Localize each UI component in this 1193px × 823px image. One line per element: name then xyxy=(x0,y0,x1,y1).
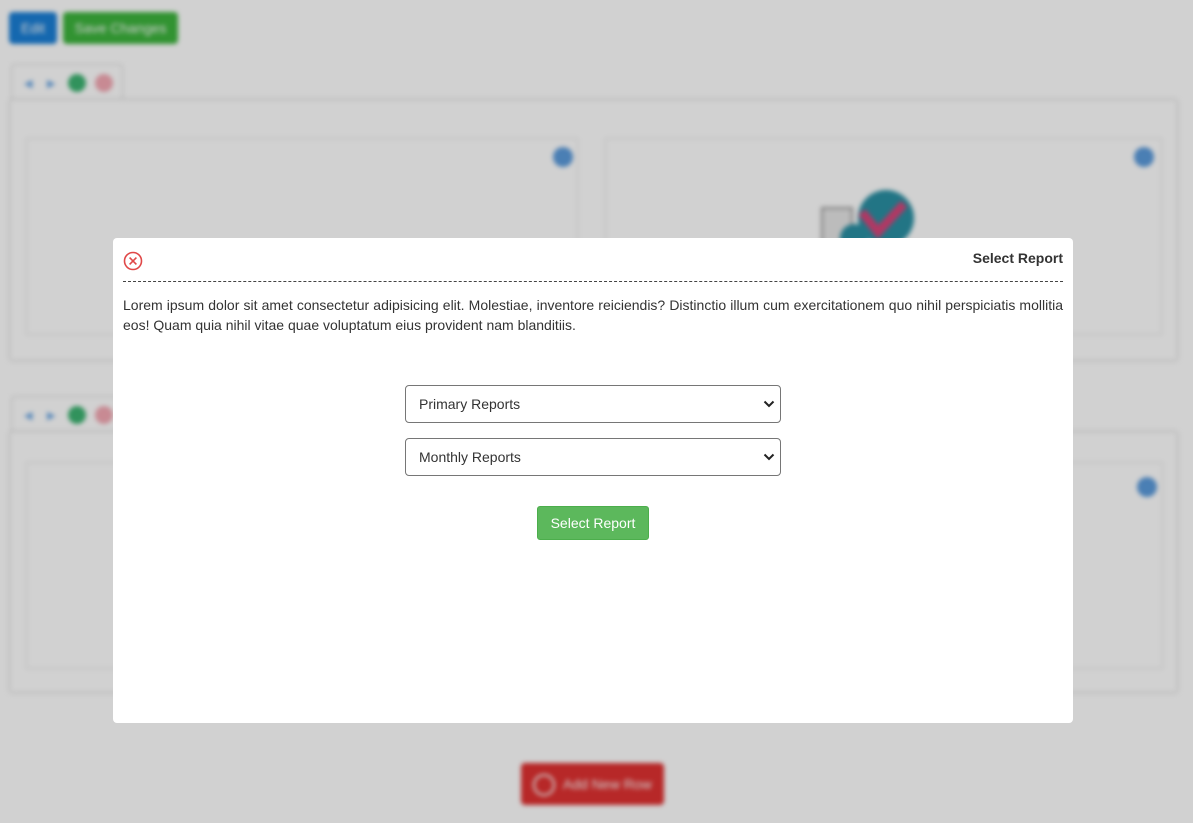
close-icon[interactable] xyxy=(123,251,143,271)
report-period-select[interactable]: Monthly Reports xyxy=(405,438,781,476)
select-report-button[interactable]: Select Report xyxy=(537,506,649,540)
select-report-modal: Select Report Lorem ipsum dolor sit amet… xyxy=(113,238,1073,723)
modal-title: Select Report xyxy=(972,250,1063,266)
report-category-select[interactable]: Primary Reports xyxy=(405,385,781,423)
modal-description: Lorem ipsum dolor sit amet consectetur a… xyxy=(123,297,1063,333)
modal-divider xyxy=(123,281,1063,282)
